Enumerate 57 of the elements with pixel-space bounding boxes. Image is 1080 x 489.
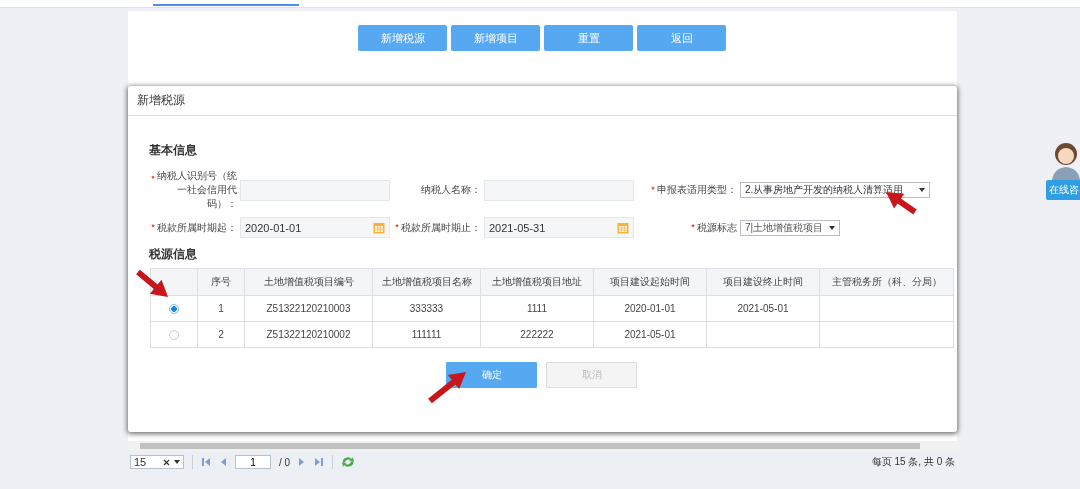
annotation-arrow: [136, 269, 168, 297]
column-header: 土地增值税项目地址: [480, 268, 594, 296]
table-cell: Z51322120210003: [244, 295, 373, 322]
annotation-arrow: [886, 192, 917, 215]
field-label: 税款所属时期止：: [393, 220, 481, 235]
date-field[interactable]: 2020-01-01: [240, 217, 390, 238]
table-cell: Z51322120210002: [244, 321, 373, 348]
table-cell: 222222: [480, 321, 594, 348]
column-header: 项目建设终止时间: [706, 268, 820, 296]
toolbar-button[interactable]: 新增项目: [451, 25, 540, 51]
column-header: 序号: [197, 268, 245, 296]
horizontal-scrollbar[interactable]: [128, 441, 957, 451]
table-cell: 111111: [372, 321, 481, 348]
toolbar-button[interactable]: 重置: [544, 25, 633, 51]
field-label: 税源标志: [637, 220, 737, 235]
first-page-icon[interactable]: [201, 457, 211, 467]
caret-icon[interactable]: [174, 460, 180, 464]
section-heading: 税源信息: [149, 246, 198, 263]
section-heading: 基本信息: [149, 142, 198, 159]
confirm-button[interactable]: 确定: [446, 362, 537, 388]
table-cell: 2: [197, 321, 245, 348]
table-cell: 2021-05-01: [593, 321, 707, 348]
row-radio[interactable]: [169, 304, 179, 315]
column-header: 主管税务所（科、分局）: [819, 268, 954, 296]
select-field[interactable]: 7|土地增值税项目: [740, 219, 840, 236]
last-page-icon[interactable]: [314, 457, 325, 467]
field-label: 纳税人识别号（统一社会信用代码）：: [149, 169, 237, 211]
calendar-icon[interactable]: [373, 221, 385, 234]
previous-page-icon[interactable]: [219, 457, 227, 467]
caret-icon[interactable]: [919, 188, 925, 192]
calendar-icon[interactable]: [617, 221, 629, 234]
field-label: 税款所属时期起：: [149, 220, 237, 235]
toolbar-button[interactable]: 返回: [637, 25, 726, 51]
field-label: 纳税人名称：: [420, 183, 481, 197]
column-header: 项目建设起始时间: [593, 268, 707, 296]
field-label: 申报表适用类型：: [637, 183, 737, 197]
table-cell: 1111: [480, 295, 594, 322]
annotation-arrow: [428, 372, 466, 404]
date-field[interactable]: 2021-05-31: [484, 217, 634, 238]
text-field[interactable]: [484, 179, 634, 201]
pager-summary: 每页 15 条, 共 0 条: [871, 455, 955, 469]
column-header: 土地增值税项目编号: [244, 268, 373, 296]
table-cell: 1: [197, 295, 245, 322]
online-consult-button[interactable]: 在线咨: [1046, 180, 1080, 200]
toolbar-button[interactable]: 新增税源: [358, 25, 447, 51]
column-header: 土地增值税项目名称: [372, 268, 481, 296]
caret-icon[interactable]: [829, 225, 835, 230]
table-cell: 2021-05-01: [706, 295, 820, 322]
page-total: / 0: [279, 456, 291, 468]
table-cell: 2020-01-01: [593, 295, 707, 322]
text-field[interactable]: [240, 179, 390, 201]
refresh-icon[interactable]: [341, 456, 356, 468]
table-cell: 333333: [372, 295, 481, 322]
page-input[interactable]: 1: [235, 455, 271, 469]
clear-icon[interactable]: [163, 458, 170, 466]
dialog-title: 新增税源: [128, 86, 957, 116]
page-size-select[interactable]: 15: [130, 455, 184, 469]
